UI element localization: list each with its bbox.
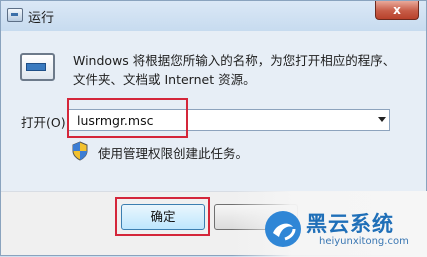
watermark-logo-icon bbox=[265, 211, 301, 247]
shield-icon bbox=[72, 141, 88, 161]
open-label: 打开(O): bbox=[21, 115, 70, 130]
window-title: 运行 bbox=[28, 11, 55, 26]
admin-note: 使用管理权限创建此任务。 bbox=[98, 146, 249, 161]
title-bar[interactable]: 运行 x bbox=[1, 1, 426, 31]
input-highlight-box bbox=[67, 98, 188, 138]
ok-highlight-box bbox=[115, 197, 210, 236]
run-icon bbox=[7, 8, 23, 22]
watermark-brand: 黑云系统 bbox=[306, 212, 394, 236]
close-icon: x bbox=[393, 3, 401, 17]
watermark-url: heiyunxitong.com bbox=[319, 236, 409, 247]
description-text: Windows 将根据您所输入的名称，为您打开相应的程序、 文件夹、文档或 In… bbox=[73, 51, 403, 89]
run-dialog: 运行 x Windows 将根据您所输入的名称，为您打开相应的程序、 文件夹、文… bbox=[0, 0, 427, 257]
close-button[interactable]: x bbox=[375, 1, 419, 20]
description-line-1: Windows 将根据您所输入的名称，为您打开相应的程序、 bbox=[73, 53, 396, 68]
dropdown-arrow-icon[interactable] bbox=[378, 117, 386, 122]
run-program-icon bbox=[20, 53, 55, 81]
description-line-2: 文件夹、文档或 Internet 资源。 bbox=[73, 72, 256, 87]
